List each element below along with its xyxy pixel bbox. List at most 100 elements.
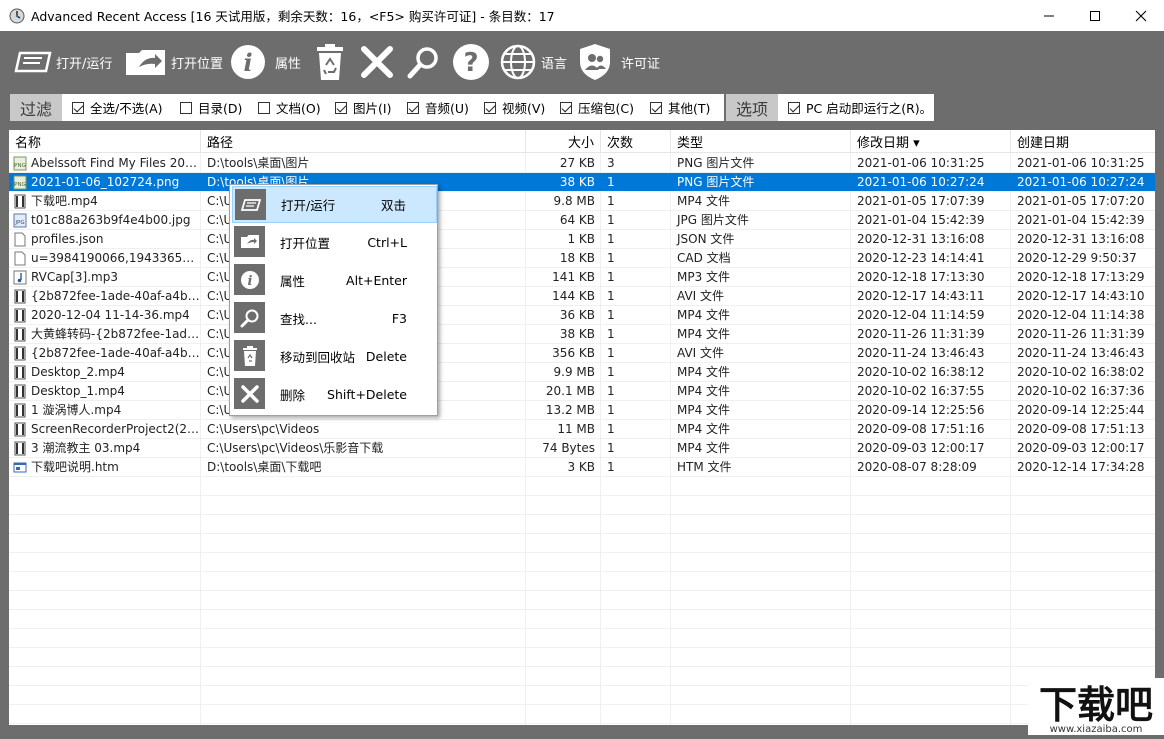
menu-item-label: 打开/运行 [281, 198, 336, 213]
filter-doc-checkbox[interactable]: 文档(O) [258, 94, 321, 121]
cell-count: 1 [607, 289, 615, 303]
language-button[interactable]: 语言 [499, 31, 567, 93]
cell-modified: 2021-01-04 15:42:39 [857, 213, 985, 227]
table-row[interactable]: 大黄蜂转码-{2b872fee-1ade-... C:\U 38 KB 1 MP4 文件… [9, 325, 1155, 344]
menu-item-open-run[interactable]: 打开/运行 双击 [232, 186, 437, 223]
cell-created: 2020-10-02 16:38:02 [1017, 365, 1145, 379]
close-icon [1135, 10, 1147, 21]
header-created[interactable]: 创建日期 [1011, 130, 1155, 153]
menu-item-open-location[interactable]: 打开位置 Ctrl+L [232, 224, 437, 261]
cell-modified: 2021-01-05 17:07:39 [857, 194, 985, 208]
table-row[interactable]: PNGAbelssoft Find My Files 2019 1...D:\t… [9, 154, 1155, 173]
cell-created: 2020-09-14 12:25:44 [1017, 403, 1145, 417]
table-row[interactable]: {2b872fee-1ade-40af-a4b2-9f...C:\U144 KB… [9, 287, 1155, 306]
filter-archive-checkbox[interactable]: 压缩包(C) [560, 94, 634, 121]
filter-all-checkbox[interactable]: 全选/不选(A) [72, 94, 163, 121]
filter-doc-label: 文档(O) [276, 101, 321, 116]
cell-size: 38 KB [559, 175, 595, 189]
help-button[interactable]: ? [452, 31, 490, 93]
menu-item-label: 删除 [280, 388, 306, 403]
table-row[interactable]: JPG t01c88a263b9f4e4b00.jpg C:\U 64 KB 1 JPG … [9, 211, 1155, 230]
filter-audio-label: 音频(U) [425, 101, 469, 116]
cell-count: 1 [607, 403, 615, 417]
close-button[interactable] [1118, 0, 1164, 31]
minimize-icon [1044, 15, 1054, 16]
svg-text:i: i [243, 48, 252, 77]
checkbox-mark [407, 101, 419, 114]
filter-image-label: 图片(I) [353, 101, 392, 116]
header-size[interactable]: 大小 [526, 130, 601, 153]
title-bar[interactable]: Advanced Recent Access [16 天试用版，剩余天数：16，… [0, 0, 1164, 31]
filter-video-checkbox[interactable]: 视频(V) [484, 94, 545, 121]
checkbox-mark [650, 101, 662, 114]
cell-modified: 2020-09-08 17:51:16 [857, 422, 985, 436]
language-label: 语言 [541, 56, 568, 72]
menu-item-recycle[interactable]: 移动到回收站 Delete [232, 338, 437, 375]
filter-dir-checkbox[interactable]: 目录(D) [180, 94, 242, 121]
cell-size: 64 KB [559, 213, 595, 227]
header-name[interactable]: 名称 [9, 130, 201, 153]
menu-item-label: 查找... [280, 312, 317, 327]
cell-count: 1 [607, 441, 615, 455]
header-path[interactable]: 路径 [201, 130, 526, 153]
checkbox-mark [788, 101, 800, 114]
table-row[interactable]: profiles.jsonC:\U osoft.Window...1 KB1JS… [9, 230, 1155, 249]
table-row[interactable]: 下载吧.mp4 C:\U 9.8 MB 1 MP4 文件 2021-01-05 17:07… [9, 192, 1155, 211]
menu-item-shortcut: 双击 [380, 198, 406, 213]
license-button[interactable]: 许可证 [579, 31, 660, 93]
table-row[interactable]: 2020-12-04 11-14-36.mp4 C:\U 36 KB 1 MP4 文件 2… [9, 306, 1155, 325]
cell-type: AVI 文件 [677, 289, 725, 303]
cell-modified: 2020-12-23 14:14:41 [857, 251, 985, 265]
cell-size: 9.9 MB [553, 365, 595, 379]
context-menu: 打开/运行 双击 打开位置 Ctrl+L i 属性 Alt+Enter 查找..… [229, 184, 438, 416]
delete-button[interactable] [360, 31, 394, 93]
open-run-button[interactable]: 打开/运行 [14, 31, 112, 93]
table-row[interactable]: PNG 2021-01-06_102724.png D:\tools\桌面\图片 38… [9, 173, 1155, 192]
cell-name: u=3984190066,1943365117&f... [31, 251, 201, 265]
cell-size: 74 Bytes [542, 441, 595, 455]
header-count[interactable]: 次数 [601, 130, 671, 153]
menu-item-find[interactable]: 查找... F3 [232, 300, 437, 337]
properties-button[interactable]: i 属性 [230, 31, 301, 93]
cell-count: 1 [607, 365, 615, 379]
filter-image-checkbox[interactable]: 图片(I) [335, 94, 391, 121]
filter-tag: 过滤 [10, 94, 62, 121]
table-row[interactable]: {2b872fee-1ade-40af-a4b2-9f...C:\U356 KB… [9, 344, 1155, 363]
menu-item-properties[interactable]: i 属性 Alt+Enter [232, 262, 437, 299]
minimize-button[interactable] [1026, 0, 1072, 31]
filter-archive-label: 压缩包(C) [578, 101, 634, 116]
filter-audio-checkbox[interactable]: 音频(U) [407, 94, 469, 121]
table-row[interactable]: 下载吧说明.htm D:\tools\桌面\下载吧 3 KB 1 HTM 文件 2020-… [9, 458, 1155, 477]
autostart-label: PC 启动即运行之(R)。 [806, 101, 933, 116]
cell-modified: 2020-12-17 14:43:11 [857, 289, 985, 303]
table-row[interactable]: RVCap[3].mp3 C:\U 141 KB 1 MP3 文件 2020-12-18 … [9, 268, 1155, 287]
menu-item-delete[interactable]: 删除 Shift+Delete [232, 376, 437, 413]
maximize-button[interactable] [1072, 0, 1118, 31]
file-list[interactable]: 名称 路径 大小 次数 类型 修改日期 ▾ 创建日期 PNG Abelssoft … [9, 130, 1155, 725]
cell-type: MP4 文件 [677, 365, 731, 379]
properties-label: 属性 [275, 56, 302, 72]
menu-item-shortcut: Alt+Enter [346, 273, 407, 288]
list-header: 名称 路径 大小 次数 类型 修改日期 ▾ 创建日期 [9, 130, 1155, 153]
table-row[interactable]: Desktop_1.mp4 C:\U 20.1 MB 1 MP4 文件 2020-10-0… [9, 382, 1155, 401]
cell-size: 38 KB [559, 327, 595, 341]
cell-size: 9.8 MB [553, 194, 595, 208]
recycle-button[interactable] [314, 31, 346, 93]
table-row[interactable]: u=3984190066,1943365117&f...C:\U18 KB1CA… [9, 249, 1155, 268]
cell-name: 1 漩涡博人.mp4 [31, 403, 122, 417]
filter-video-label: 视频(V) [502, 101, 546, 116]
cell-name: {2b872fee-1ade-40af-a4b2-9f... [31, 346, 201, 360]
search-button[interactable] [407, 31, 441, 93]
cell-size: 1 KB [567, 232, 595, 246]
open-location-button[interactable]: 打开位置 [125, 31, 223, 93]
table-row[interactable]: ScreenRecorderProject2(2020... C:\Users\p… [9, 420, 1155, 439]
table-row[interactable]: 1 漩涡博人.mp4 C:\U 13.2 MB 1 MP4 文件 2020-09-14 1… [9, 401, 1155, 420]
autostart-checkbox[interactable]: PC 启动即运行之(R)。 [788, 94, 932, 121]
filter-other-checkbox[interactable]: 其他(T) [650, 94, 710, 121]
table-row[interactable]: Desktop_2.mp4 C:\U 9.9 MB 1 MP4 文件 2020-10-02… [9, 363, 1155, 382]
cell-type: JPG 图片文件 [677, 213, 749, 227]
empty-row [9, 572, 1155, 591]
table-row[interactable]: 3 潮流教主 03.mp4 C:\Users\pc\Videos\乐影音下载 74 … [9, 439, 1155, 458]
header-modified[interactable]: 修改日期 ▾ [851, 130, 1011, 153]
header-type[interactable]: 类型 [671, 130, 851, 153]
